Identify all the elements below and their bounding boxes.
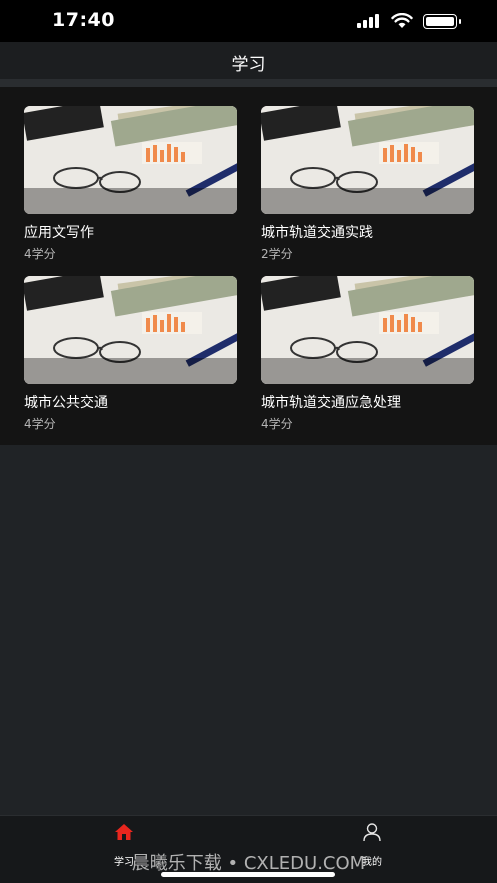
course-cover-image <box>261 276 474 384</box>
course-cover-image <box>24 276 237 384</box>
course-credits: 4学分 <box>261 417 293 431</box>
course-credits: 4学分 <box>24 247 56 261</box>
page-title: 学习 <box>231 55 266 75</box>
course-name: 城市轨道交通实践 <box>261 225 373 241</box>
course-thumbnail <box>261 106 474 214</box>
course-grid: 应用文写作 4学分 城市轨道交通实践 2学分 城市公共交通 4学分 城市轨道交通… <box>0 87 497 445</box>
home-indicator[interactable] <box>161 872 335 877</box>
wifi-icon <box>391 13 413 28</box>
divider <box>0 80 497 87</box>
status-time: 17:40 <box>52 9 115 31</box>
course-card[interactable]: 城市轨道交通实践 2学分 <box>261 106 474 262</box>
course-card[interactable]: 城市公共交通 4学分 <box>24 276 237 432</box>
cellular-signal-icon <box>357 14 383 28</box>
course-name: 应用文写作 <box>24 225 94 241</box>
course-thumbnail <box>24 106 237 214</box>
course-thumbnail <box>24 276 237 384</box>
course-name: 城市公共交通 <box>24 395 108 411</box>
course-cover-image <box>261 106 474 214</box>
course-thumbnail <box>261 276 474 384</box>
status-bar: 17:40 <box>0 0 497 42</box>
battery-icon <box>423 14 461 29</box>
course-card[interactable]: 城市轨道交通应急处理 4学分 <box>261 276 474 432</box>
course-credits: 4学分 <box>24 417 56 431</box>
course-cover-image <box>24 106 237 214</box>
user-icon <box>363 823 381 842</box>
navigation-bar: 学习 <box>0 42 497 80</box>
course-name: 城市轨道交通应急处理 <box>261 395 401 411</box>
course-credits: 2学分 <box>261 247 293 261</box>
course-card[interactable]: 应用文写作 4学分 <box>24 106 237 262</box>
status-icons <box>357 13 467 29</box>
home-icon <box>115 824 133 840</box>
